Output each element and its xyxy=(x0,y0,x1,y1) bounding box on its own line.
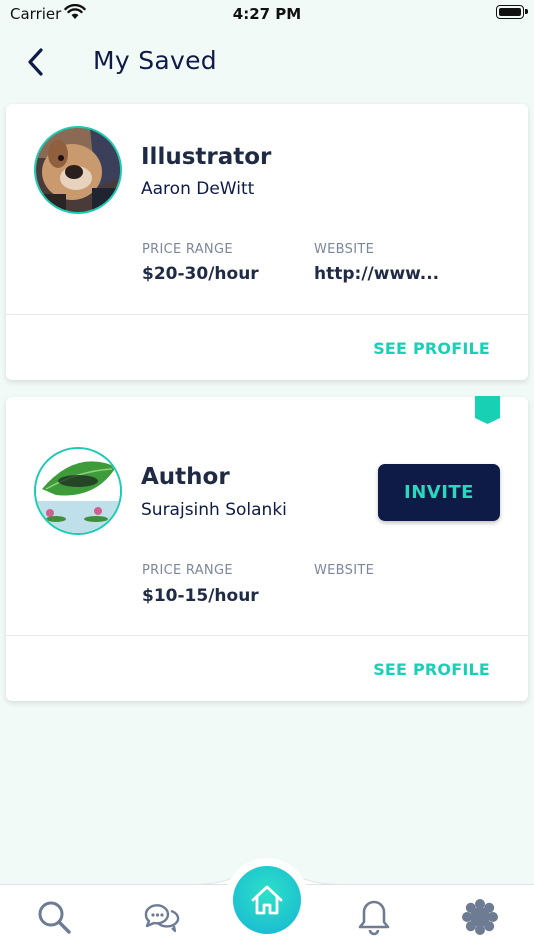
role-title: Illustrator xyxy=(141,144,272,170)
dog-photo-avatar xyxy=(36,128,120,212)
bell-icon xyxy=(358,900,390,936)
avatar xyxy=(34,126,122,214)
avatar xyxy=(34,447,122,535)
website-label: WEBSITE xyxy=(314,563,375,578)
tab-settings[interactable] xyxy=(460,897,500,937)
person-name: Aaron DeWitt xyxy=(141,179,255,199)
person-name: Surajsinh Solanki xyxy=(141,500,287,520)
battery-icon xyxy=(496,5,528,19)
divider xyxy=(6,314,528,315)
website-link[interactable]: http://www... xyxy=(314,264,439,284)
tab-search[interactable] xyxy=(34,897,74,937)
price-range-label: PRICE RANGE xyxy=(142,563,233,578)
chat-icon xyxy=(144,904,180,933)
see-profile-button[interactable]: SEE PROFILE xyxy=(373,660,490,679)
website-label: WEBSITE xyxy=(314,242,375,257)
status-bar: Carrier 4:27 PM xyxy=(0,0,534,28)
status-time: 4:27 PM xyxy=(232,5,302,23)
price-range-label: PRICE RANGE xyxy=(142,242,233,257)
role-title: Author xyxy=(141,464,230,490)
leaf-logo-avatar xyxy=(36,449,120,533)
invite-button[interactable]: INVITE xyxy=(378,464,500,521)
search-icon xyxy=(38,901,71,934)
tab-notifications[interactable] xyxy=(354,897,394,937)
gear-icon xyxy=(462,899,498,935)
see-profile-button[interactable]: SEE PROFILE xyxy=(373,339,490,358)
page-title: My Saved xyxy=(93,46,217,75)
price-range-value: $10-15/hour xyxy=(142,586,259,606)
saved-card: Author Surajsinh Solanki INVITE PRICE RA… xyxy=(6,396,528,701)
tab-messages[interactable] xyxy=(141,897,181,937)
divider xyxy=(6,635,528,636)
bookmark-icon[interactable] xyxy=(475,396,500,424)
chevron-left-icon xyxy=(28,48,43,76)
saved-card: Illustrator Aaron DeWitt PRICE RANGE $20… xyxy=(6,104,528,380)
tab-home[interactable] xyxy=(233,866,301,934)
home-icon xyxy=(251,885,283,915)
price-range-value: $20-30/hour xyxy=(142,264,259,284)
back-button[interactable] xyxy=(22,44,52,80)
